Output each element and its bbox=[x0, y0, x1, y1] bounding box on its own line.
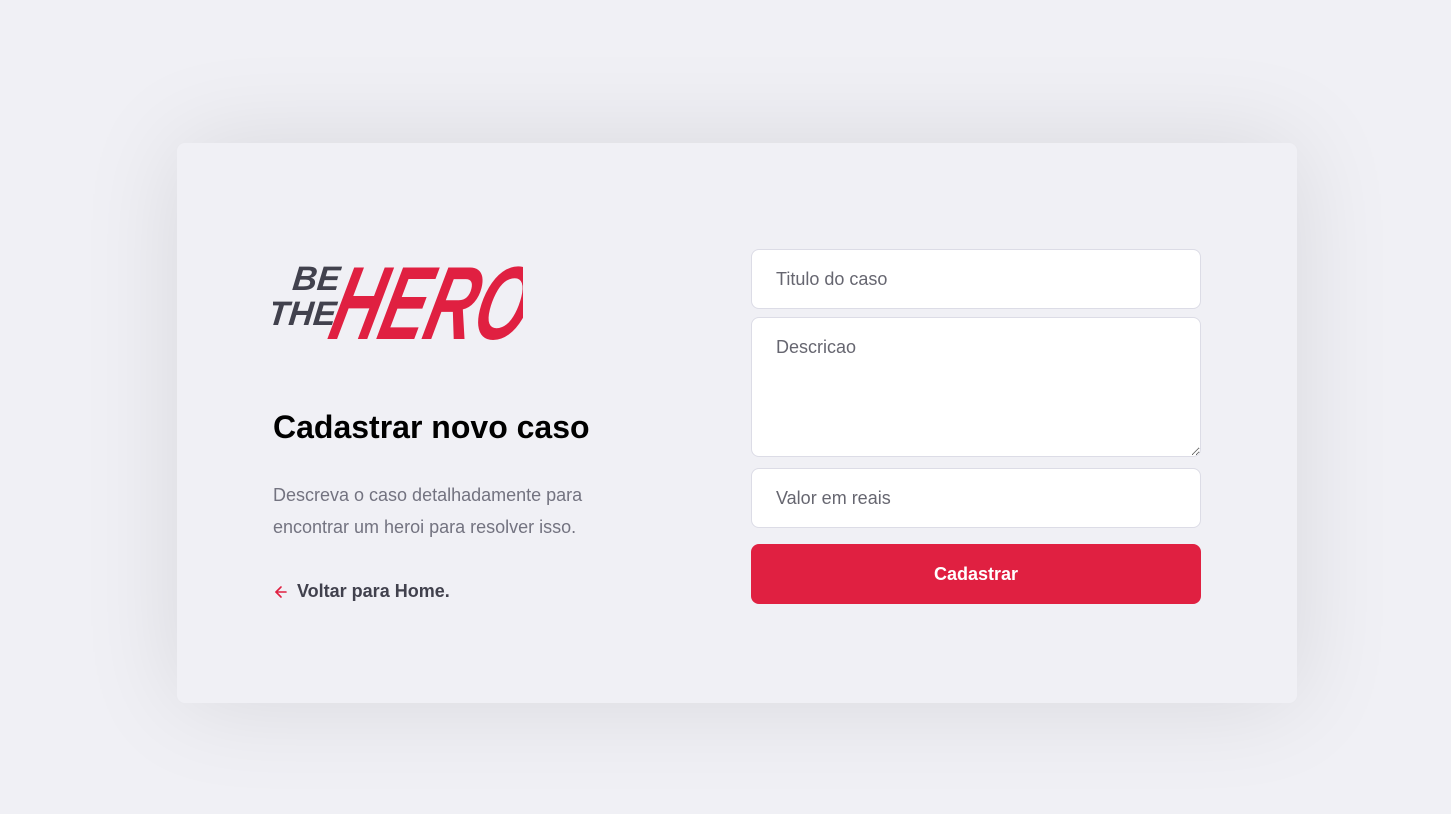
new-incident-card: BE THE HERO Cadastrar novo caso Descreva… bbox=[177, 143, 1297, 703]
page-title: Cadastrar novo caso bbox=[273, 409, 590, 445]
incident-title-input[interactable] bbox=[751, 249, 1201, 309]
incident-value-input[interactable] bbox=[751, 468, 1201, 528]
submit-button[interactable]: Cadastrar bbox=[751, 544, 1201, 604]
page-description: Descreva o caso detalhadamente para enco… bbox=[273, 485, 583, 537]
logo-text-hero: HERO bbox=[320, 245, 523, 345]
logo-text-be: BE bbox=[291, 260, 343, 298]
back-home-link[interactable]: Voltar para Home. bbox=[273, 581, 450, 602]
be-the-hero-logo: BE THE HERO bbox=[273, 245, 523, 345]
incident-description-textarea[interactable] bbox=[751, 317, 1201, 457]
intro-section: BE THE HERO Cadastrar novo caso Descreva… bbox=[273, 239, 653, 601]
arrow-left-icon bbox=[273, 584, 289, 600]
back-home-label: Voltar para Home. bbox=[297, 581, 450, 601]
